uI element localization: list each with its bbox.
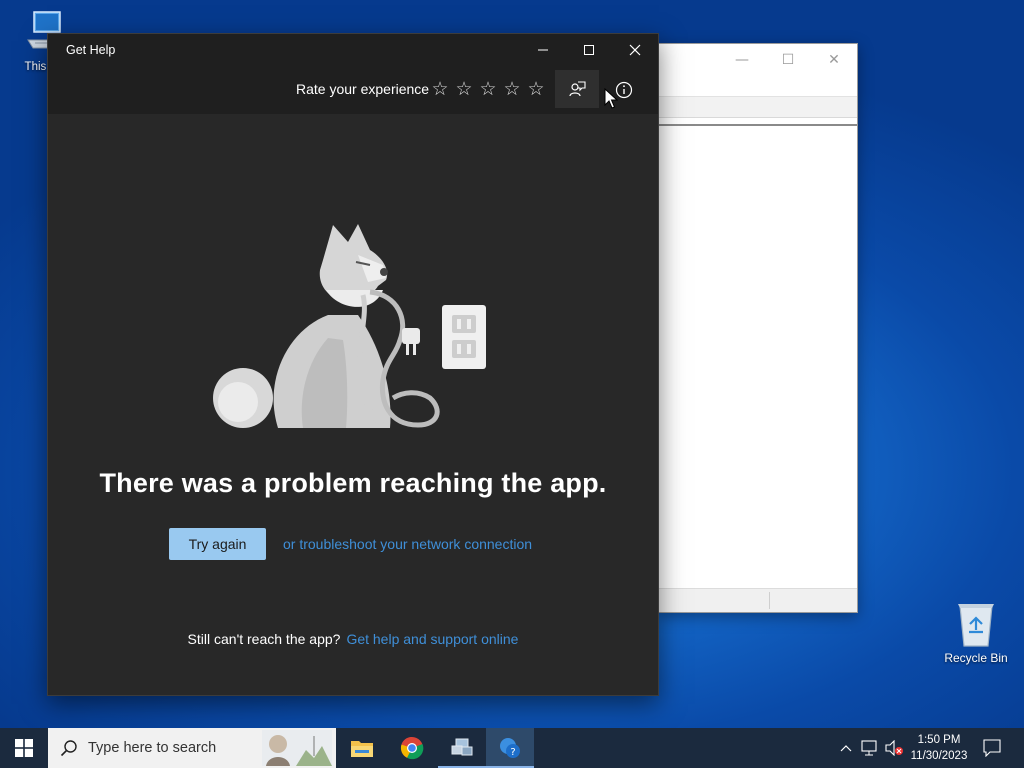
taskbar: Type here to search ? 1:50 PM 11/30/2023 — [0, 728, 1024, 768]
network-status-icon[interactable] — [860, 738, 880, 758]
bg-status-bar — [659, 588, 857, 612]
bg-toolbar — [659, 96, 857, 118]
get-help-online-link[interactable]: Get help and support online — [346, 631, 518, 647]
bg-minimize-button[interactable]: — — [719, 48, 765, 72]
feedback-icon — [569, 81, 586, 97]
taskbar-search-box[interactable]: Type here to search — [48, 728, 336, 768]
clock-time: 1:50 PM — [917, 734, 961, 746]
svg-text:?: ? — [510, 747, 515, 758]
network-computers-icon — [451, 738, 473, 756]
troubleshoot-network-link[interactable]: or troubleshoot your network connection — [283, 536, 532, 552]
rate-experience-label: Rate your experience — [296, 81, 430, 97]
title-bar[interactable]: Get Help — [48, 34, 658, 66]
star-icon[interactable]: ☆ — [526, 78, 546, 100]
close-icon — [629, 44, 641, 56]
star-icon[interactable]: ☆ — [430, 78, 450, 100]
star-icon[interactable]: ☆ — [502, 78, 522, 100]
background-window[interactable]: — ☐ ✕ — [658, 43, 858, 613]
try-again-button[interactable]: Try again — [169, 528, 266, 560]
still-cant-reach-text: Still can't reach the app? — [187, 631, 341, 647]
disconnected-dog-illustration — [213, 224, 486, 428]
error-message: There was a problem reaching the app. — [99, 468, 607, 498]
bg-divider — [659, 124, 857, 126]
recycle-bin-desktop-icon[interactable]: Recycle Bin — [941, 600, 1011, 665]
minimize-icon — [538, 49, 548, 51]
taskbar-get-help[interactable]: ? — [486, 728, 534, 768]
bg-maximize-button[interactable]: ☐ — [765, 48, 811, 72]
bg-close-button[interactable]: ✕ — [811, 48, 857, 72]
search-placeholder: Type here to search — [88, 740, 217, 756]
header-bar: Rate your experience ☆ ☆ ☆ ☆ ☆ — [48, 66, 658, 114]
minimize-button[interactable] — [520, 34, 566, 66]
start-button[interactable] — [0, 728, 48, 768]
search-icon — [60, 740, 77, 757]
volume-muted-icon[interactable] — [884, 738, 904, 758]
recycle-bin-label: Recycle Bin — [944, 651, 1008, 665]
taskbar-network-app[interactable] — [438, 728, 486, 768]
get-help-window: Get Help Rate your experience ☆ ☆ ☆ ☆ ☆ — [47, 33, 659, 696]
windows-logo-icon — [15, 739, 33, 757]
notifications-icon[interactable] — [982, 738, 1002, 758]
star-icon[interactable]: ☆ — [478, 78, 498, 100]
star-icon[interactable]: ☆ — [454, 78, 474, 100]
support-line: Still can't reach the app? Get help and s… — [48, 631, 658, 647]
folder-icon — [351, 741, 373, 757]
chrome-icon — [400, 736, 424, 760]
search-highlight-illustration-icon — [262, 730, 332, 766]
recycle-bin-icon — [958, 604, 994, 647]
show-hidden-icons-chevron-icon[interactable] — [836, 738, 856, 758]
rating-stars: ☆ ☆ ☆ ☆ ☆ — [430, 78, 546, 100]
taskbar-file-explorer[interactable] — [338, 728, 386, 768]
get-help-icon: ? — [500, 738, 520, 758]
taskbar-clock[interactable]: 1:50 PM 11/30/2023 — [906, 732, 972, 764]
maximize-button[interactable] — [566, 34, 612, 66]
feedback-button[interactable] — [555, 70, 599, 108]
clock-date: 11/30/2023 — [910, 750, 968, 762]
window-title: Get Help — [66, 43, 116, 57]
mouse-cursor-icon — [604, 88, 618, 109]
close-button[interactable] — [612, 34, 658, 66]
maximize-icon — [584, 45, 594, 55]
taskbar-chrome[interactable] — [388, 728, 436, 768]
